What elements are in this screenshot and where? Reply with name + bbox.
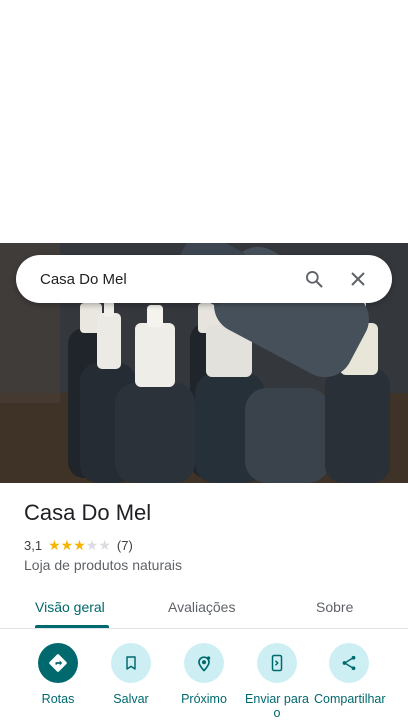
star-icon: ★ [98, 537, 111, 553]
save-button[interactable]: Salvar [91, 643, 171, 706]
nearby-button[interactable]: Próximo [164, 643, 244, 706]
action-bar: Rotas Salvar Próximo Enviar para o Compa [0, 643, 408, 723]
nearby-icon [184, 643, 224, 683]
directions-icon [38, 643, 78, 683]
star-icon: ★ [60, 537, 74, 553]
bookmark-icon [111, 643, 151, 683]
place-category: Loja de produtos naturais [24, 557, 182, 573]
search-icon[interactable] [292, 257, 336, 301]
rating-row[interactable]: 3,1 ★ ★ ★ ★ ★ (7) [24, 537, 133, 554]
send-to-phone-button[interactable]: Enviar para o [237, 643, 317, 720]
star-icon: ★ [85, 537, 99, 553]
share-label: Compartilhar [314, 692, 386, 706]
directions-button[interactable]: Rotas [18, 643, 98, 706]
share-button[interactable]: Compartilhar [309, 643, 389, 706]
rating-stars: ★ ★ ★ ★ ★ [48, 537, 111, 554]
close-icon[interactable] [336, 257, 380, 301]
rating-value: 3,1 [24, 538, 43, 553]
tab-about[interactable]: Sobre [316, 586, 353, 628]
share-icon [329, 643, 369, 683]
tab-reviews[interactable]: Avaliações [168, 586, 235, 628]
nearby-label: Próximo [181, 692, 227, 706]
active-tab-indicator [35, 625, 109, 628]
place-title: Casa Do Mel [24, 500, 152, 525]
search-input[interactable]: Casa Do Mel [40, 271, 292, 288]
send-to-phone-icon [257, 643, 297, 683]
save-label: Salvar [113, 692, 149, 706]
review-count: (7) [116, 538, 133, 553]
send-to-phone-label: Enviar para o [245, 692, 309, 720]
search-bar[interactable]: Casa Do Mel [16, 255, 392, 303]
star-icon: ★ [73, 537, 86, 553]
star-icon: ★ [48, 537, 61, 553]
place-details-panel: Casa Do Mel 3,1 ★ ★ ★ ★ ★ (7) Loja de pr… [0, 483, 408, 726]
tab-overview[interactable]: Visão geral [35, 586, 105, 628]
tab-bar: Visão geral Avaliações Sobre [0, 586, 408, 629]
directions-label: Rotas [41, 692, 75, 706]
